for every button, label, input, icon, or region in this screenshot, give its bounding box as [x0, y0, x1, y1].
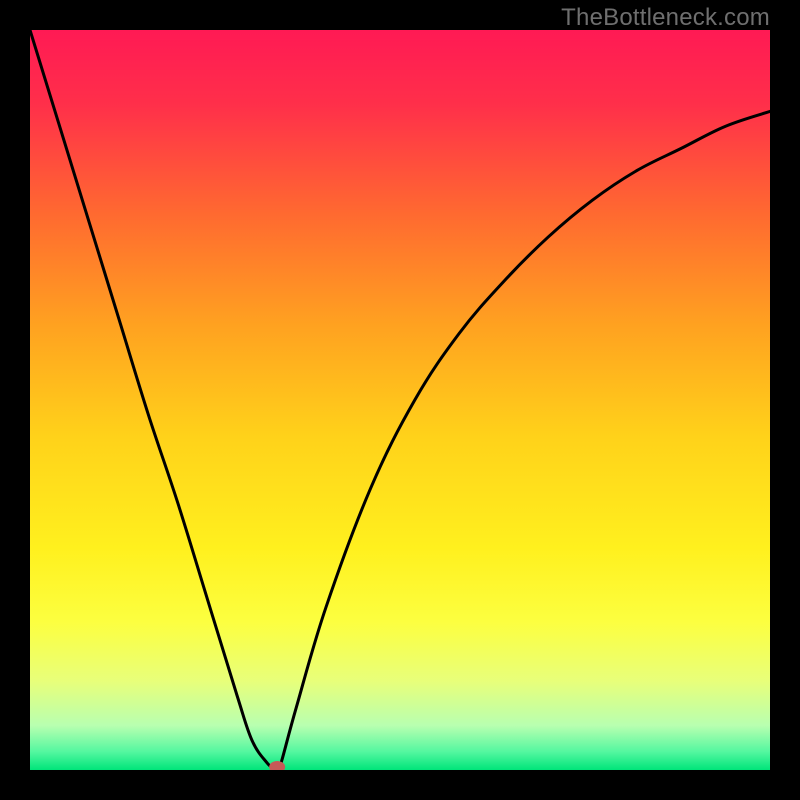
chart-area	[30, 30, 770, 770]
watermark-text: TheBottleneck.com	[561, 4, 770, 32]
bottleneck-plot	[30, 30, 770, 770]
gradient-background	[30, 30, 770, 770]
